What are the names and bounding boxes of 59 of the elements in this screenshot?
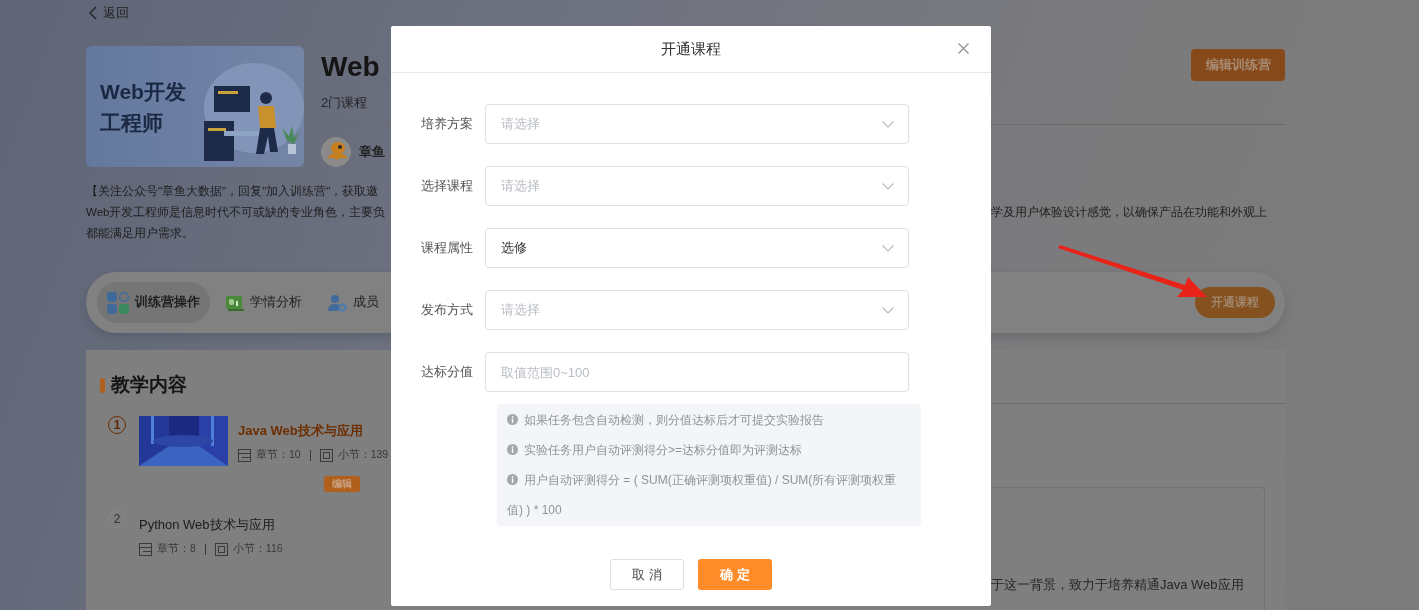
- info-icon: [507, 414, 518, 425]
- description-text: Web开发工程师是信息时代不可或缺的专业角色，主要负: [86, 205, 387, 220]
- dialog-title: 开通课程: [661, 39, 721, 59]
- info-icon: [507, 444, 518, 455]
- chevron-down-icon: [882, 120, 894, 128]
- confirm-button[interactable]: 确 定: [698, 559, 772, 590]
- camp-title: Web: [321, 50, 380, 84]
- open-course-button[interactable]: 开通课程: [1195, 287, 1275, 318]
- chapter-count: 章节：8: [157, 542, 196, 556]
- select-field[interactable]: 请选择: [485, 166, 909, 206]
- toolbar-tab[interactable]: 学情分析: [216, 282, 312, 323]
- list-icon: [139, 542, 152, 556]
- toolbar-tab[interactable]: 训练营操作: [97, 282, 210, 323]
- select-field[interactable]: 请选择: [485, 290, 909, 330]
- toolbar-tab[interactable]: 成员: [318, 282, 389, 323]
- author-name: 章鱼: [359, 143, 385, 161]
- description-text: 都能满足用户需求。: [86, 226, 195, 241]
- description-text: 【关注公众号"章鱼大数据"，回复"加入训练营"，获取邀: [86, 184, 380, 199]
- field-label: 选择课程: [420, 177, 474, 195]
- banner-title: Web开发: [100, 78, 186, 105]
- user-gear-icon: [328, 293, 347, 312]
- section-heading: 教学内容: [111, 373, 187, 397]
- chevron-down-icon: [882, 244, 894, 252]
- cancel-button[interactable]: 取 消: [610, 559, 684, 590]
- action-button[interactable]: 编辑: [324, 476, 360, 492]
- chart-icon: [226, 294, 244, 311]
- field-label: 发布方式: [420, 301, 474, 319]
- step-number: 1: [108, 416, 126, 434]
- field-label: 培养方案: [420, 115, 474, 133]
- field-label: 课程属性: [420, 239, 474, 257]
- avatar-icon: [321, 137, 351, 167]
- input-field[interactable]: 取值范围0~100: [485, 352, 909, 392]
- chapter-count: 章节：10: [256, 448, 301, 462]
- course-title[interactable]: Python Web技术与应用: [139, 516, 283, 534]
- close-icon[interactable]: [958, 43, 969, 54]
- tip-text: 如果任务包含自动检测，则分值达标后才可提交实验报告: [507, 405, 911, 435]
- step-number: 2: [108, 510, 126, 528]
- description-text: 学及用户体验设计感觉，以确保产品在功能和外观上: [991, 205, 1268, 220]
- field-label: 达标分值: [420, 363, 474, 381]
- apps-icon: [107, 291, 129, 314]
- course-title[interactable]: Java Web技术与应用: [238, 422, 389, 440]
- edit-camp-button[interactable]: 编辑训练营: [1191, 49, 1285, 81]
- heading-marker: [100, 377, 105, 393]
- info-icon: [507, 474, 518, 485]
- tip-text: 用户自动评测得分 = ( SUM(正确评测项权重值) / SUM(所有评测项权重值) ) * 100: [507, 472, 898, 519]
- chevron-down-icon: [882, 182, 894, 190]
- select-field[interactable]: 请选择: [485, 104, 909, 144]
- select-field[interactable]: 选修: [485, 228, 909, 268]
- back-icon: [89, 6, 97, 20]
- course-count: 2门课程: [321, 94, 369, 112]
- grid-icon: [319, 448, 333, 462]
- list-icon: [238, 448, 251, 462]
- section-count: 小节：139: [337, 448, 389, 462]
- tip-text: 实验任务用户自动评测得分>=达标分值即为评测达标: [507, 435, 911, 465]
- banner-title: 工程师: [100, 109, 164, 136]
- grid-icon: [214, 542, 228, 556]
- section-count: 小节：116: [232, 542, 283, 556]
- back-link[interactable]: 返回: [103, 4, 129, 22]
- chevron-down-icon: [882, 306, 894, 314]
